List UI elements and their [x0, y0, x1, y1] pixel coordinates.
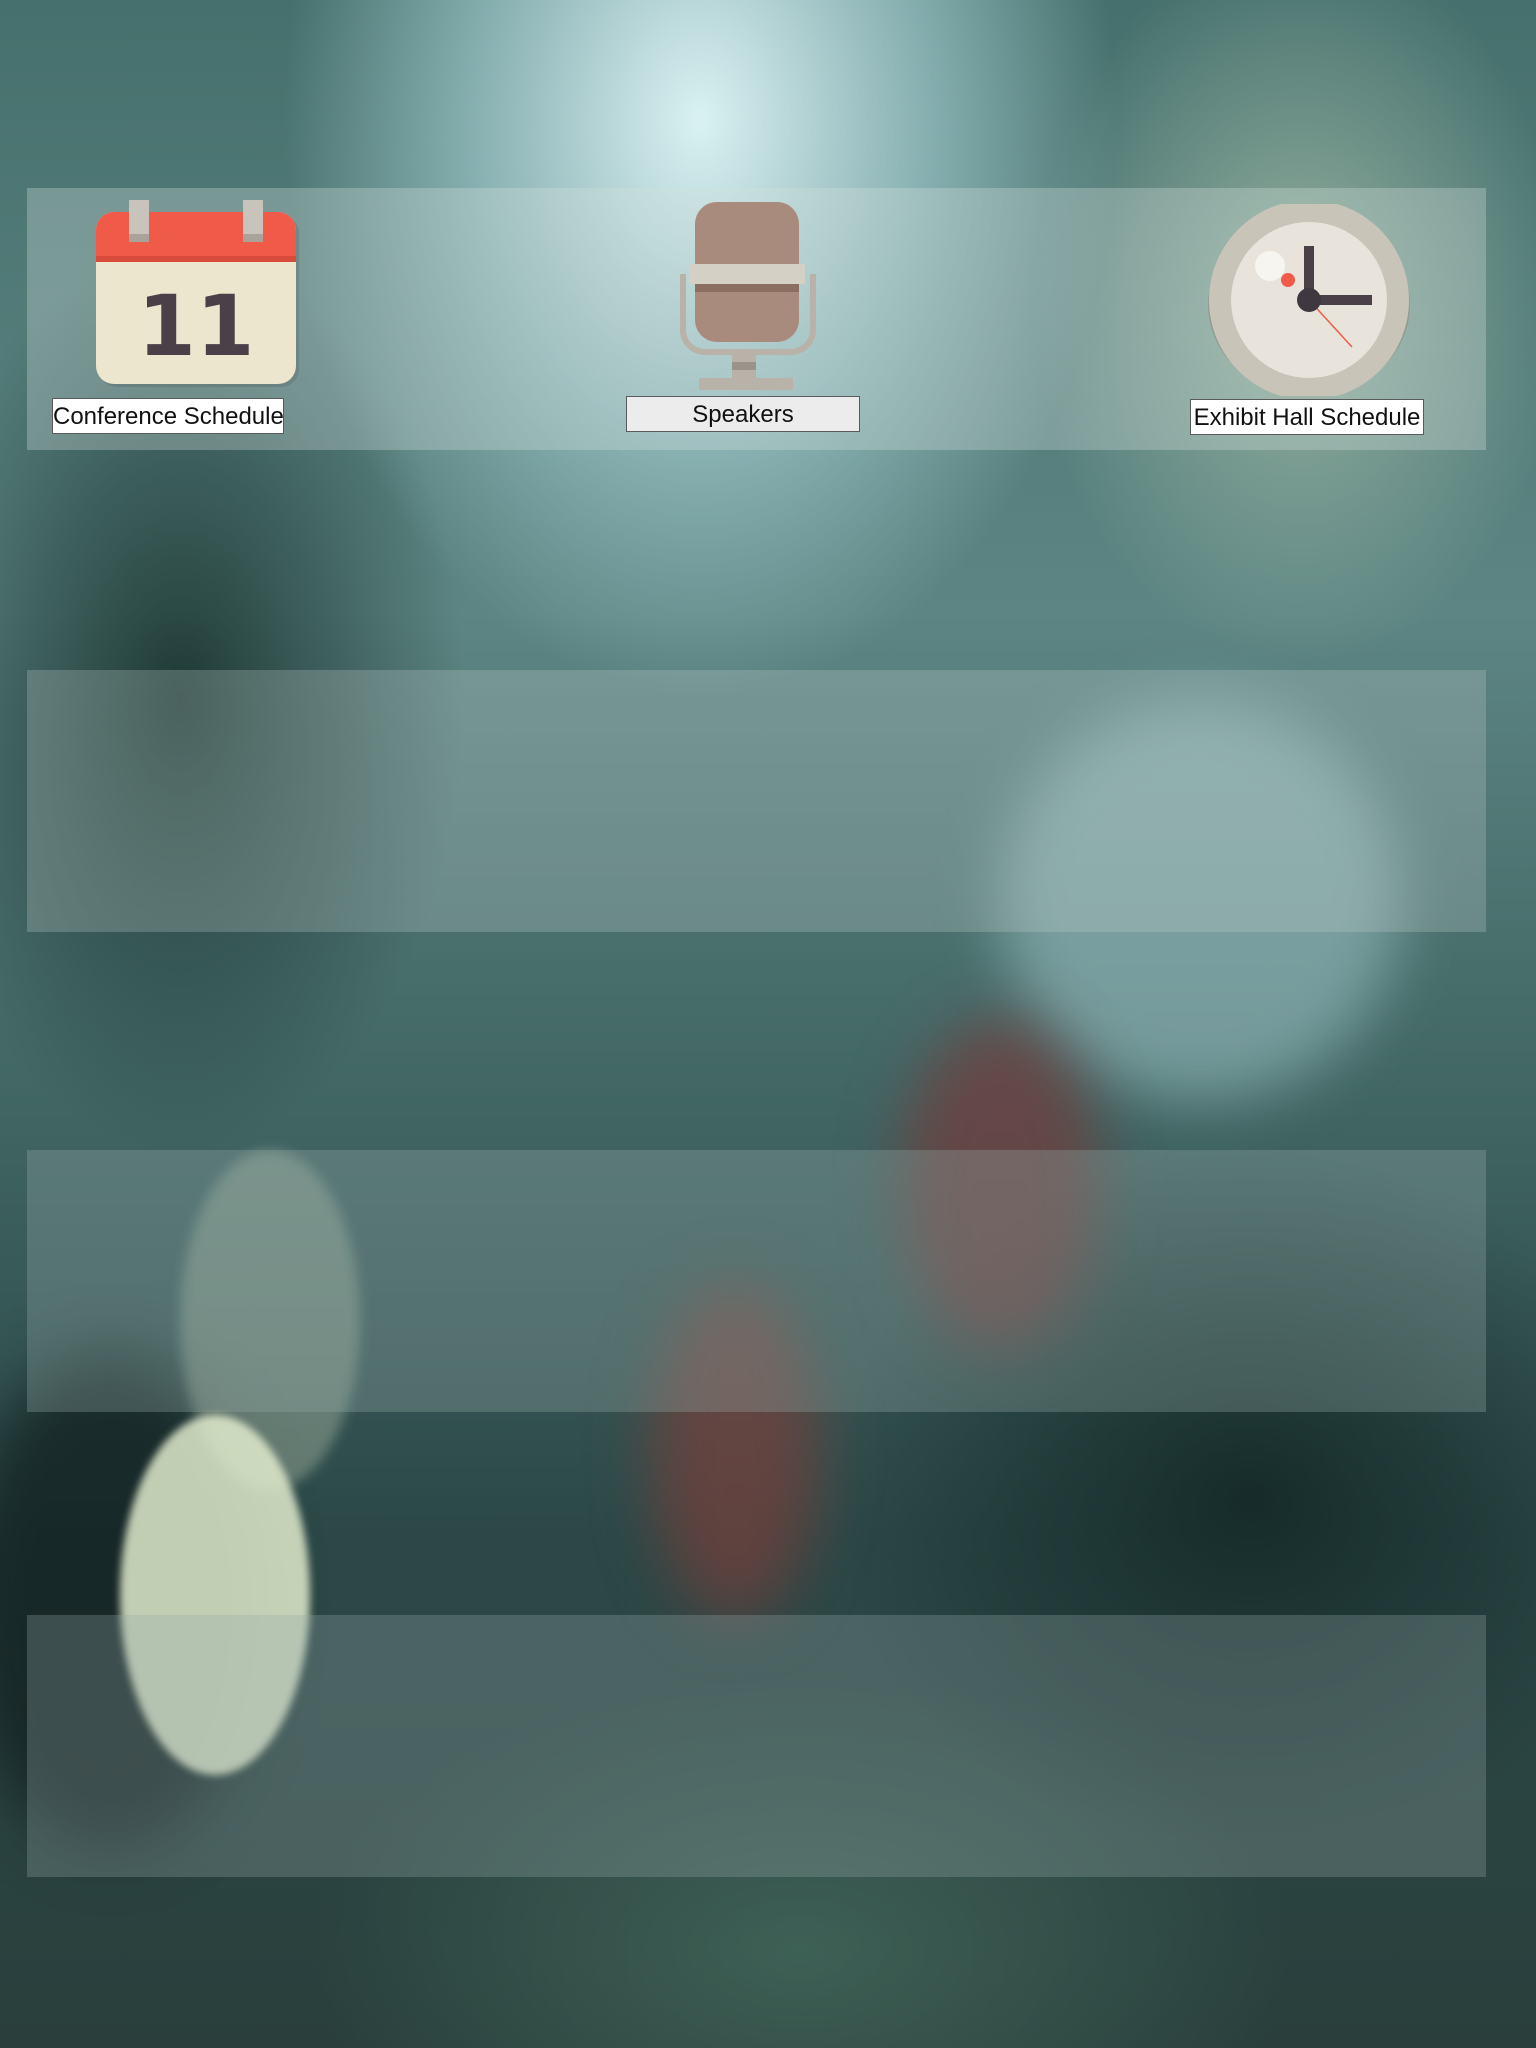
calendar-day: 11 [138, 277, 255, 375]
conference-schedule-label[interactable]: Conference Schedule [52, 398, 284, 434]
empty-panel [27, 670, 1486, 932]
speakers-label[interactable]: Speakers [626, 396, 860, 432]
empty-panel [27, 1615, 1486, 1877]
calendar-icon: 11 [96, 200, 299, 387]
tile-speakers[interactable]: Speakers [623, 188, 863, 450]
clock-icon [1208, 204, 1410, 396]
empty-panel [27, 1150, 1486, 1412]
launcher-panel: 11 Conference Schedule Speakers Exhibit … [27, 188, 1486, 450]
microphone-icon [680, 202, 816, 390]
tile-exhibit-hall-schedule[interactable]: Exhibit Hall Schedule [1187, 188, 1437, 450]
exhibit-hall-schedule-label[interactable]: Exhibit Hall Schedule [1190, 399, 1424, 435]
tile-conference-schedule[interactable]: 11 Conference Schedule [47, 188, 299, 450]
